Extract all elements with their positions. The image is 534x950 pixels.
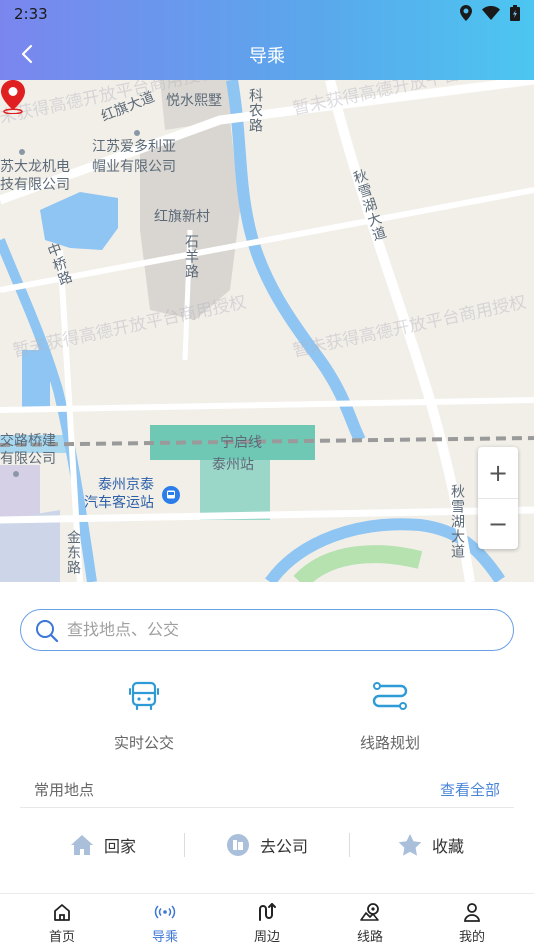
location-pin-icon — [1, 80, 25, 114]
map-label: 江苏爱多利亚 — [92, 139, 176, 155]
signal-icon — [154, 905, 176, 919]
home-outline-icon — [54, 904, 70, 921]
map-label: 有限公司 — [0, 451, 56, 467]
favorite-places: 回家 去公司 收藏 — [0, 830, 534, 860]
map-label: 宁启线 — [220, 435, 262, 451]
location-icon — [460, 5, 472, 21]
map-label: 金东路 — [65, 530, 81, 575]
zoom-control: + − — [478, 447, 518, 549]
favorites-header: 常用地点 查看全部 — [20, 770, 514, 808]
tab-nearby[interactable]: 周边 — [227, 902, 307, 945]
status-time: 2:33 — [14, 5, 48, 23]
map-view[interactable]: 暂未获得高德开放平台商用授权 暂未获得高德开放平台商用授权 暂未获得高德开放平台… — [0, 80, 534, 582]
map-label: 汽车客运站 — [84, 495, 154, 511]
search-box[interactable] — [20, 609, 514, 651]
favorite-label: 回家 — [104, 837, 137, 856]
tab-label: 首页 — [48, 930, 75, 945]
map-label: 技有限公司 — [0, 177, 70, 193]
zoom-out-button[interactable]: − — [478, 498, 518, 549]
status-bar: 2:33 — [0, 0, 534, 28]
favorite-label: 去公司 — [260, 837, 309, 856]
divider — [349, 833, 350, 857]
favorite-label: 收藏 — [432, 837, 465, 856]
map-label: 交路桥建 — [0, 433, 56, 449]
wifi-icon — [482, 6, 500, 20]
bus-station-icon — [162, 486, 180, 504]
map-label: 帽业有限公司 — [92, 159, 176, 175]
tab-label: 我的 — [458, 930, 485, 945]
search-input[interactable] — [67, 610, 487, 649]
battery-icon — [510, 5, 520, 21]
tab-label: 导乘 — [151, 930, 178, 945]
go-home-button[interactable]: 回家 — [70, 830, 136, 860]
map-label: 石羊路 — [183, 234, 199, 279]
tab-guide[interactable]: 导乘 — [125, 902, 205, 945]
route-planning-button[interactable]: 线路规划 — [320, 676, 460, 753]
bus-icon — [129, 681, 159, 711]
map-label: 秋雪湖大道 — [449, 484, 465, 559]
page-title: 导乘 — [249, 46, 285, 67]
realtime-bus-button[interactable]: 实时公交 — [74, 676, 214, 753]
home-icon — [71, 835, 93, 855]
search-icon — [36, 620, 59, 643]
tab-label: 线路 — [356, 930, 383, 945]
map-route-icon — [360, 903, 379, 921]
favorites-title: 常用地点 — [34, 781, 95, 799]
status-icons — [460, 5, 520, 21]
tab-label: 周边 — [253, 930, 280, 945]
route-icon — [372, 682, 408, 710]
map-label: 泰州京泰 — [98, 477, 154, 493]
divider — [184, 833, 185, 857]
header-bar: 导乘 — [0, 28, 534, 80]
quick-action-label: 线路规划 — [359, 734, 420, 752]
map-label: 红旗新村 — [154, 209, 210, 225]
quick-action-label: 实时公交 — [113, 734, 174, 752]
nearby-icon — [259, 903, 276, 921]
company-icon — [227, 834, 249, 856]
map-label: 泰州站 — [212, 457, 254, 473]
favorites-button[interactable]: 收藏 — [398, 830, 464, 860]
zoom-in-button[interactable]: + — [478, 447, 518, 498]
bottom-tab-bar: 首页 导乘 周边 线路 我的 — [0, 893, 534, 950]
tab-home[interactable]: 首页 — [22, 902, 102, 945]
map-label: 悦水熙墅 — [166, 93, 222, 109]
star-icon — [398, 834, 422, 856]
view-all-link[interactable]: 查看全部 — [440, 779, 500, 800]
tab-route[interactable]: 线路 — [330, 902, 410, 945]
user-icon — [464, 903, 480, 922]
map-label: 苏大龙机电 — [0, 159, 70, 175]
map-label: 科农路 — [247, 88, 263, 133]
go-company-button[interactable]: 去公司 — [226, 830, 308, 860]
tab-profile[interactable]: 我的 — [432, 902, 512, 945]
